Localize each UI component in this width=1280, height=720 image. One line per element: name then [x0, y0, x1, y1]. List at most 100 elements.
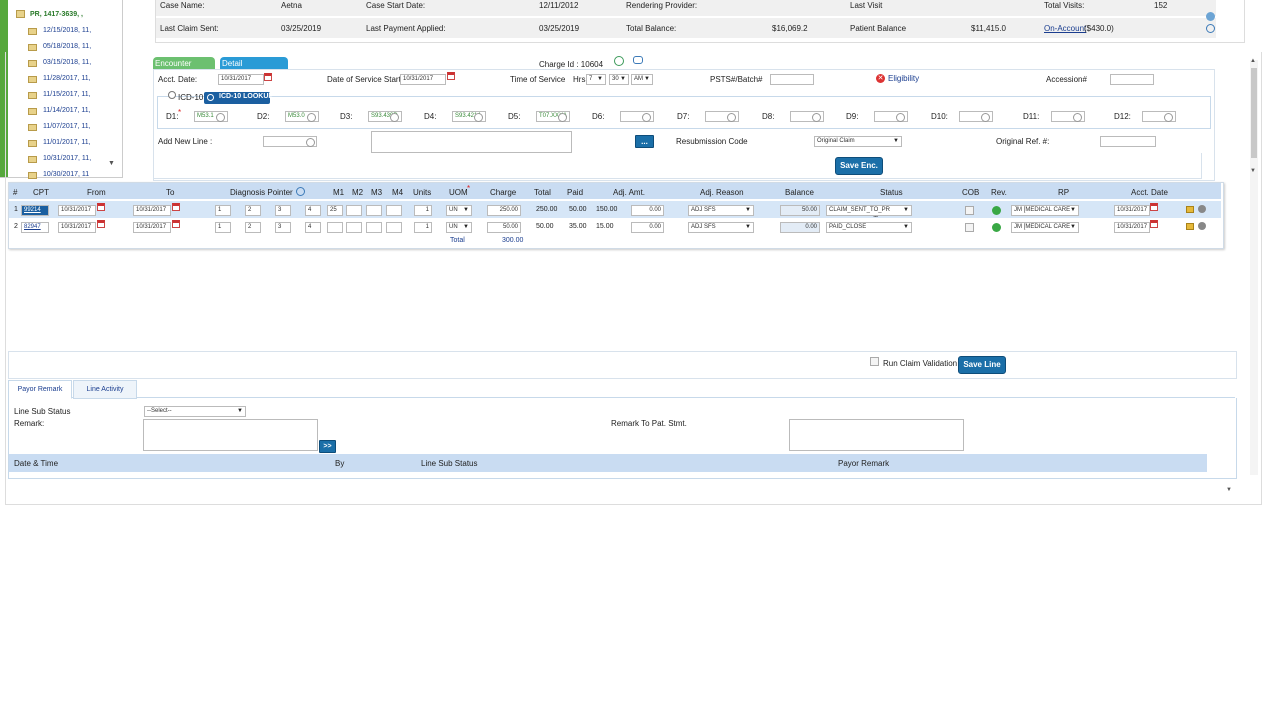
diag-lookup-icon[interactable] [812, 113, 821, 122]
search-icon[interactable] [1206, 24, 1215, 33]
status-select[interactable]: CLAIM_SENT_TO_PR [826, 205, 912, 216]
adj-amount-input[interactable]: 0.00 [631, 222, 664, 233]
acct-calendar-icon[interactable] [1150, 203, 1158, 211]
adj-reason-select[interactable]: ADJ SFS [688, 222, 754, 233]
sidebar-item[interactable]: 11/28/2017, 11, [43, 75, 91, 82]
main-scrollbar[interactable]: ▲ ▼ [1250, 58, 1258, 475]
from-date-input[interactable]: 10/31/2017 [58, 205, 96, 216]
to-date-input[interactable]: 10/31/2017 [133, 222, 171, 233]
icd-lookup-button[interactable]: ICD-10 LOOKUP [204, 92, 273, 104]
adj-reason-select[interactable]: ADJ SFS [688, 205, 754, 216]
diag-lookup-icon[interactable] [474, 113, 483, 122]
ampm-select[interactable]: AM [631, 74, 653, 85]
acct-date-input[interactable]: 10/31/2017 [1114, 222, 1150, 233]
arrow-button[interactable]: >> [319, 440, 336, 453]
add-line-icon[interactable] [1186, 223, 1194, 230]
m3-input[interactable] [366, 205, 382, 216]
sidebar-item[interactable]: 10/31/2017, 11, [43, 155, 91, 162]
diag-pointer-input[interactable]: 1 [215, 222, 231, 233]
dos-calendar-icon[interactable] [447, 72, 455, 80]
comment-icon[interactable] [633, 56, 643, 64]
diag-lookup-icon[interactable] [1073, 113, 1082, 122]
acct-date-input[interactable]: 10/31/2017 [1114, 205, 1150, 216]
from-calendar-icon[interactable] [97, 203, 105, 211]
diag-lookup-icon[interactable] [216, 113, 225, 122]
balance-input[interactable]: 50.00 [780, 205, 820, 216]
min-select[interactable]: 30 [609, 74, 629, 85]
diag-pointer-input[interactable]: 3 [275, 222, 291, 233]
acct-date-input[interactable]: 10/31/2017 [218, 74, 264, 85]
hrs-select[interactable]: 7 [586, 74, 606, 85]
diag-lookup-icon[interactable] [1164, 113, 1173, 122]
main-scroll-up-icon[interactable]: ▲ [1250, 58, 1256, 64]
charge-input[interactable]: 250.00 [487, 205, 521, 216]
remark-pat-textarea[interactable] [789, 419, 964, 451]
delete-line-icon[interactable] [1198, 222, 1206, 230]
diag-lookup-icon[interactable] [307, 113, 316, 122]
diag-lookup-icon[interactable] [642, 113, 651, 122]
m4-input[interactable] [386, 205, 402, 216]
icd-radio[interactable] [168, 91, 176, 99]
uom-select[interactable]: UN [446, 222, 472, 233]
diag-pointer-input[interactable]: 4 [305, 222, 321, 233]
diag-pointer-help-icon[interactable] [296, 187, 305, 196]
from-calendar-icon[interactable] [97, 220, 105, 228]
run-validation-checkbox[interactable] [870, 357, 879, 366]
sidebar-item[interactable]: 11/15/2017, 11, [43, 91, 91, 98]
diag-lookup-icon[interactable] [558, 113, 567, 122]
sidebar-item[interactable]: 11/07/2017, 11, [43, 123, 91, 130]
m3-input[interactable] [366, 222, 382, 233]
sidebar-item[interactable]: 05/18/2018, 11, [43, 43, 91, 50]
globe-icon[interactable] [614, 56, 624, 66]
add-line-icon[interactable] [1186, 206, 1194, 213]
sidebar-item[interactable]: 11/01/2017, 11, [43, 139, 91, 146]
diag-lookup-icon[interactable] [727, 113, 736, 122]
status-select[interactable]: PAID_CLOSE [826, 222, 912, 233]
reverse-icon[interactable] [992, 223, 1001, 232]
reverse-icon[interactable] [992, 206, 1001, 215]
save-line-button[interactable]: Save Line [958, 356, 1006, 374]
diag-lookup-icon[interactable] [981, 113, 990, 122]
main-scrollbar-thumb[interactable] [1251, 68, 1257, 158]
to-date-input[interactable]: 10/31/2017 [133, 205, 171, 216]
rp-select[interactable]: JM [MEDICAL CARE [1011, 205, 1079, 216]
dos-input[interactable]: 10/31/2017 [400, 74, 446, 85]
add-new-line-lookup-icon[interactable] [306, 138, 315, 147]
more-button[interactable]: ... [635, 135, 654, 148]
sidebar-root-label[interactable]: PR, 1417-3639, , [30, 11, 83, 18]
psts-input[interactable] [770, 74, 814, 85]
sidebar-item[interactable]: 11/14/2017, 11, [43, 107, 91, 114]
m4-input[interactable] [386, 222, 402, 233]
toggle-icon[interactable] [1206, 12, 1215, 21]
remark-textarea[interactable] [143, 419, 318, 451]
sidebar-item[interactable]: 10/30/2017, 11 [43, 171, 89, 178]
uom-select[interactable]: UN [446, 205, 472, 216]
eligibility-link[interactable]: Eligibility [888, 74, 919, 83]
balance-input[interactable]: 0.00 [780, 222, 820, 233]
original-ref-input[interactable] [1100, 136, 1156, 147]
adj-amount-input[interactable]: 0.00 [631, 205, 664, 216]
cpt-input[interactable]: 82947 [21, 222, 49, 233]
cob-checkbox[interactable] [965, 223, 974, 232]
add-new-line-textarea[interactable] [371, 131, 572, 153]
to-calendar-icon[interactable] [172, 220, 180, 228]
m2-input[interactable] [346, 222, 362, 233]
m1-input[interactable]: 25 [327, 205, 343, 216]
tab-line-activity[interactable]: Line Activity [73, 380, 137, 399]
sidebar-item[interactable]: 12/15/2018, 11, [43, 27, 91, 34]
save-enc-button[interactable]: Save Enc. [835, 157, 883, 175]
cob-checkbox[interactable] [965, 206, 974, 215]
acct-calendar-icon[interactable] [1150, 220, 1158, 228]
units-input[interactable]: 1 [414, 205, 432, 216]
from-date-input[interactable]: 10/31/2017 [58, 222, 96, 233]
delete-line-icon[interactable] [1198, 205, 1206, 213]
resubmission-select[interactable]: Original Claim [814, 136, 902, 147]
accession-input[interactable] [1110, 74, 1154, 85]
diag-lookup-icon[interactable] [896, 113, 905, 122]
diag-pointer-input[interactable]: 4 [305, 205, 321, 216]
diag-pointer-input[interactable]: 2 [245, 222, 261, 233]
diag-pointer-input[interactable]: 3 [275, 205, 291, 216]
main-scroll-down-icon[interactable]: ▼ [1250, 168, 1256, 174]
diag-pointer-input[interactable]: 1 [215, 205, 231, 216]
diag-lookup-icon[interactable] [390, 113, 399, 122]
